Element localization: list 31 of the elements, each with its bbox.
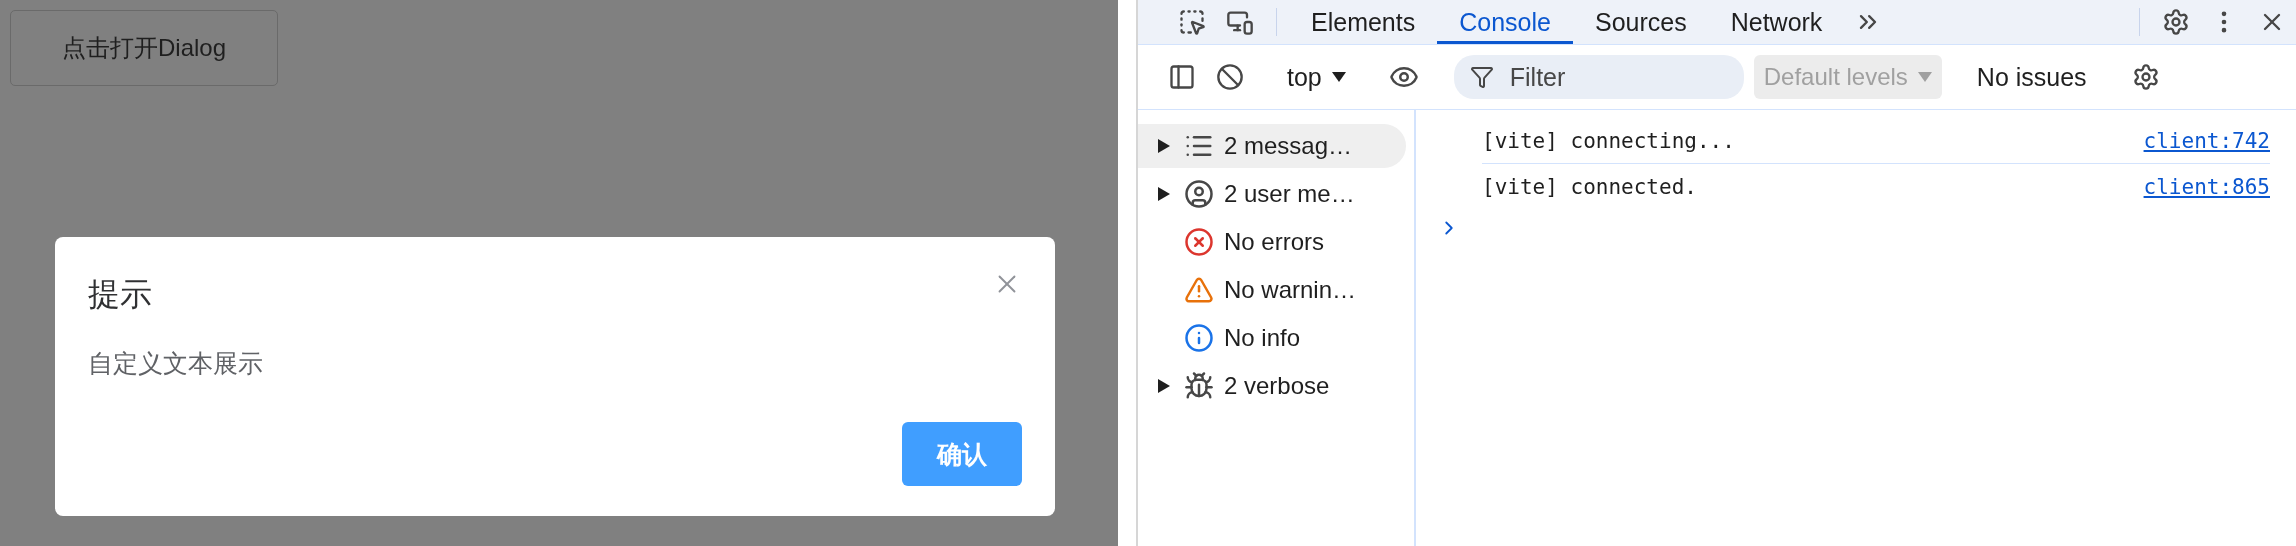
panel-tab[interactable]: Sources xyxy=(1572,0,1709,44)
bug-icon xyxy=(1184,371,1214,401)
panel-tab[interactable]: Console xyxy=(1437,0,1573,44)
caret-icon xyxy=(1917,72,1932,82)
warning-icon xyxy=(1184,275,1214,305)
panel-tab[interactable]: Network xyxy=(1708,0,1845,44)
sidebar-item[interactable]: 2 verbose xyxy=(1138,364,1406,408)
sidebar-item[interactable]: No warnin… xyxy=(1138,268,1406,312)
expand-triangle-icon[interactable] xyxy=(1158,379,1170,393)
context-dropdown[interactable]: top xyxy=(1279,62,1354,92)
filter-field[interactable]: Filter xyxy=(1453,55,1744,99)
info-icon xyxy=(1184,323,1214,353)
source-link[interactable]: client:742 xyxy=(2143,128,2270,153)
dialog-message: 自定义文本展示 xyxy=(88,348,264,379)
panel-tab[interactable]: Elements xyxy=(1289,0,1438,44)
dialog-title: 提示 xyxy=(88,275,152,314)
source-link[interactable]: client:865 xyxy=(2143,174,2270,199)
filter-icon xyxy=(1469,65,1494,89)
error-icon xyxy=(1184,227,1214,257)
user-icon xyxy=(1184,179,1214,209)
sidebar-item[interactable]: No info xyxy=(1138,316,1406,360)
console-message: [vite] connecting... xyxy=(1482,128,1735,153)
caret-icon xyxy=(1331,72,1346,82)
expand-triangle-icon[interactable] xyxy=(1158,187,1170,201)
console-message: [vite] connected. xyxy=(1482,174,1697,199)
sidebar-item[interactable]: 2 messag… xyxy=(1138,124,1406,168)
expand-triangle-icon[interactable] xyxy=(1158,139,1170,153)
open-dialog-button[interactable]: 点击打开Dialog xyxy=(10,10,278,86)
issues-button[interactable]: No issues xyxy=(1966,62,2097,92)
sidebar-item[interactable]: No errors xyxy=(1138,220,1406,264)
sidebar-item[interactable]: 2 user me… xyxy=(1138,172,1406,216)
